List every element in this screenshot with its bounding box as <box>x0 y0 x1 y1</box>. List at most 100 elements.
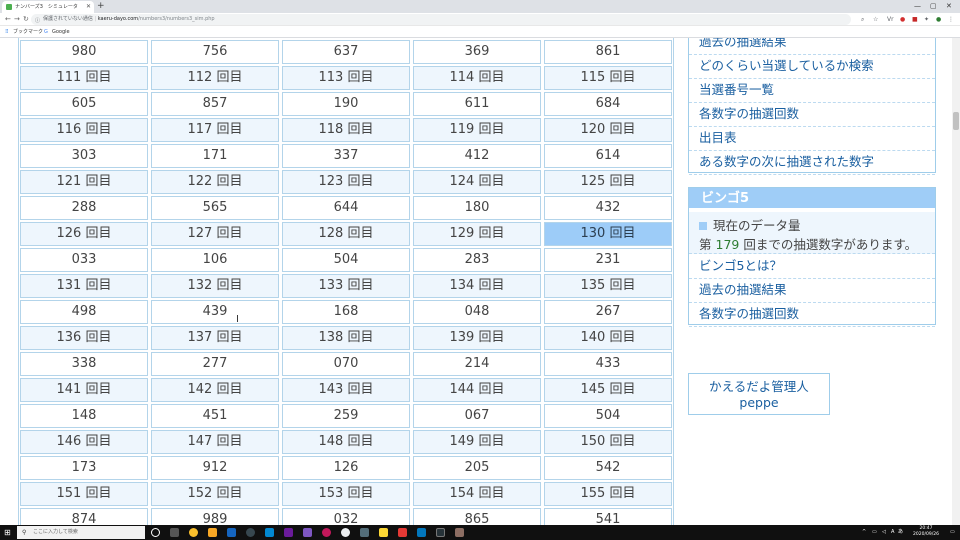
draw-label-cell[interactable]: 129 回目 <box>413 222 541 246</box>
draw-label-cell[interactable]: 145 回目 <box>544 378 672 402</box>
draw-label-cell[interactable]: 154 回目 <box>413 482 541 506</box>
draw-label-cell[interactable]: 137 回目 <box>151 326 279 350</box>
draw-label-cell[interactable]: 123 回目 <box>282 170 410 194</box>
draw-label-cell[interactable]: 127 回目 <box>151 222 279 246</box>
profile-label[interactable]: Vr <box>887 13 894 26</box>
bookmark-google[interactable]: Google <box>52 26 70 38</box>
maximize-icon[interactable]: ▢ <box>930 0 937 12</box>
draw-label-cell[interactable]: 124 回目 <box>413 170 541 194</box>
draw-label-cell[interactable]: 149 回目 <box>413 430 541 454</box>
bingo5-link[interactable]: ビンゴ5とは？ <box>689 255 935 279</box>
draw-label-cell[interactable]: 133 回目 <box>282 274 410 298</box>
bookmark-star-icon[interactable]: ☆ <box>873 13 878 26</box>
draw-label-cell[interactable]: 139 回目 <box>413 326 541 350</box>
tab-close-icon[interactable]: ✕ <box>86 1 91 13</box>
puzzle-icon[interactable]: ✦ <box>924 13 929 26</box>
extension-icon[interactable]: ● <box>900 13 905 26</box>
draw-label-cell[interactable]: 140 回目 <box>544 326 672 350</box>
sidebar-link[interactable]: ある数字の次に抽選された数字 <box>689 151 935 175</box>
admin-name[interactable]: peppe <box>689 395 829 410</box>
sidebar-link[interactable]: 出目表 <box>689 127 935 151</box>
app-icon[interactable] <box>455 528 464 537</box>
draw-label-cell[interactable]: 120 回目 <box>544 118 672 142</box>
app-icon[interactable] <box>398 528 407 537</box>
draw-label-cell[interactable]: 142 回目 <box>151 378 279 402</box>
draw-label-cell[interactable]: 128 回目 <box>282 222 410 246</box>
sidebar-link[interactable]: 各数字の抽選回数 <box>689 103 935 127</box>
minimize-icon[interactable]: — <box>914 0 921 12</box>
network-icon[interactable]: ▭ <box>872 525 877 540</box>
draw-label-cell[interactable]: 112 回目 <box>151 66 279 90</box>
draw-label-cell[interactable]: 144 回目 <box>413 378 541 402</box>
draw-label-cell[interactable]: 148 回目 <box>282 430 410 454</box>
windows-start-icon[interactable]: ⊞ <box>4 528 11 537</box>
draw-label-cell[interactable]: 126 回目 <box>20 222 148 246</box>
draw-label-cell[interactable]: 117 回目 <box>151 118 279 142</box>
bookmarks-item[interactable]: ブックマーク <box>13 26 43 38</box>
draw-label-cell[interactable]: 116 回目 <box>20 118 148 142</box>
app-icon[interactable] <box>379 528 388 537</box>
task-view-icon[interactable] <box>170 528 179 537</box>
volume-icon[interactable]: ◁ <box>882 525 886 540</box>
draw-label-cell[interactable]: 141 回目 <box>20 378 148 402</box>
new-tab-button[interactable]: + <box>97 0 105 13</box>
sidebar-link[interactable]: 当選番号一覧 <box>689 79 935 103</box>
draw-label-cell[interactable]: 125 回目 <box>544 170 672 194</box>
close-window-icon[interactable]: ✕ <box>946 0 952 12</box>
draw-label-cell[interactable]: 122 回目 <box>151 170 279 194</box>
draw-label-cell[interactable]: 150 回目 <box>544 430 672 454</box>
notifications-icon[interactable]: ▭ <box>950 525 955 540</box>
draw-label-cell[interactable]: 147 回目 <box>151 430 279 454</box>
draw-label-cell[interactable]: 114 回目 <box>413 66 541 90</box>
app-icon[interactable] <box>303 528 312 537</box>
draw-label-cell[interactable]: 111 回目 <box>20 66 148 90</box>
draw-label-cell[interactable]: 134 回目 <box>413 274 541 298</box>
app-icon[interactable] <box>284 528 293 537</box>
app-icon[interactable] <box>436 528 445 537</box>
draw-label-cell[interactable]: 130 回目 <box>544 222 672 246</box>
browser-tab[interactable]: ナンバーズ3 シミュレータ ✕ <box>2 1 94 13</box>
scrollbar-thumb[interactable] <box>953 112 959 130</box>
draw-label-cell[interactable]: 146 回目 <box>20 430 148 454</box>
admin-title[interactable]: かえるだよ管理人 <box>689 376 829 395</box>
file-explorer-icon[interactable] <box>208 528 217 537</box>
draw-label-cell[interactable]: 119 回目 <box>413 118 541 142</box>
cortana-icon[interactable] <box>151 528 160 537</box>
draw-label-cell[interactable]: 143 回目 <box>282 378 410 402</box>
apps-icon[interactable]: ⠿ <box>5 26 9 38</box>
app-icon[interactable] <box>322 528 331 537</box>
page-scrollbar[interactable] <box>952 38 960 525</box>
admin-box[interactable]: かえるだよ管理人 peppe <box>688 373 830 415</box>
reload-icon[interactable]: ↻ <box>23 13 29 26</box>
draw-label-cell[interactable]: 138 回目 <box>282 326 410 350</box>
app-icon[interactable] <box>360 528 369 537</box>
back-icon[interactable]: ← <box>5 13 11 26</box>
ime-mode[interactable]: あ <box>898 525 903 540</box>
sidebar-link[interactable]: どのくらい当選しているか検索 <box>689 55 935 79</box>
draw-label-cell[interactable]: 121 回目 <box>20 170 148 194</box>
draw-label-cell[interactable]: 153 回目 <box>282 482 410 506</box>
steam-icon[interactable] <box>227 528 236 537</box>
app-icon[interactable] <box>341 528 350 537</box>
taskbar-clock[interactable]: 20:47 2020/09/26 <box>908 526 944 538</box>
taskbar-search[interactable]: ⚲ ここに入力して検索 <box>17 526 145 539</box>
sidebar-link[interactable]: 過去の抽選結果 <box>689 38 935 55</box>
forward-icon[interactable]: → <box>14 13 20 26</box>
account-icon[interactable]: ● <box>936 13 941 26</box>
draw-label-cell[interactable]: 155 回目 <box>544 482 672 506</box>
address-bar[interactable]: ⓘ 保護されていない通信 | kaeru-dayo.com/numbers3/n… <box>31 14 851 25</box>
tray-chevron-icon[interactable]: ^ <box>862 525 866 540</box>
extension-icon[interactable]: ■ <box>912 13 918 26</box>
bingo5-link[interactable]: 各数字の抽選回数 <box>689 303 935 327</box>
draw-label-cell[interactable]: 115 回目 <box>544 66 672 90</box>
draw-label-cell[interactable]: 113 回目 <box>282 66 410 90</box>
draw-label-cell[interactable]: 131 回目 <box>20 274 148 298</box>
draw-label-cell[interactable]: 118 回目 <box>282 118 410 142</box>
app-icon[interactable] <box>417 528 426 537</box>
bingo5-link[interactable]: 過去の抽選結果 <box>689 279 935 303</box>
draw-label-cell[interactable]: 152 回目 <box>151 482 279 506</box>
menu-icon[interactable]: ⋮ <box>948 13 954 26</box>
chrome-icon[interactable] <box>189 528 198 537</box>
app-icon[interactable] <box>265 528 274 537</box>
app-icon[interactable] <box>246 528 255 537</box>
